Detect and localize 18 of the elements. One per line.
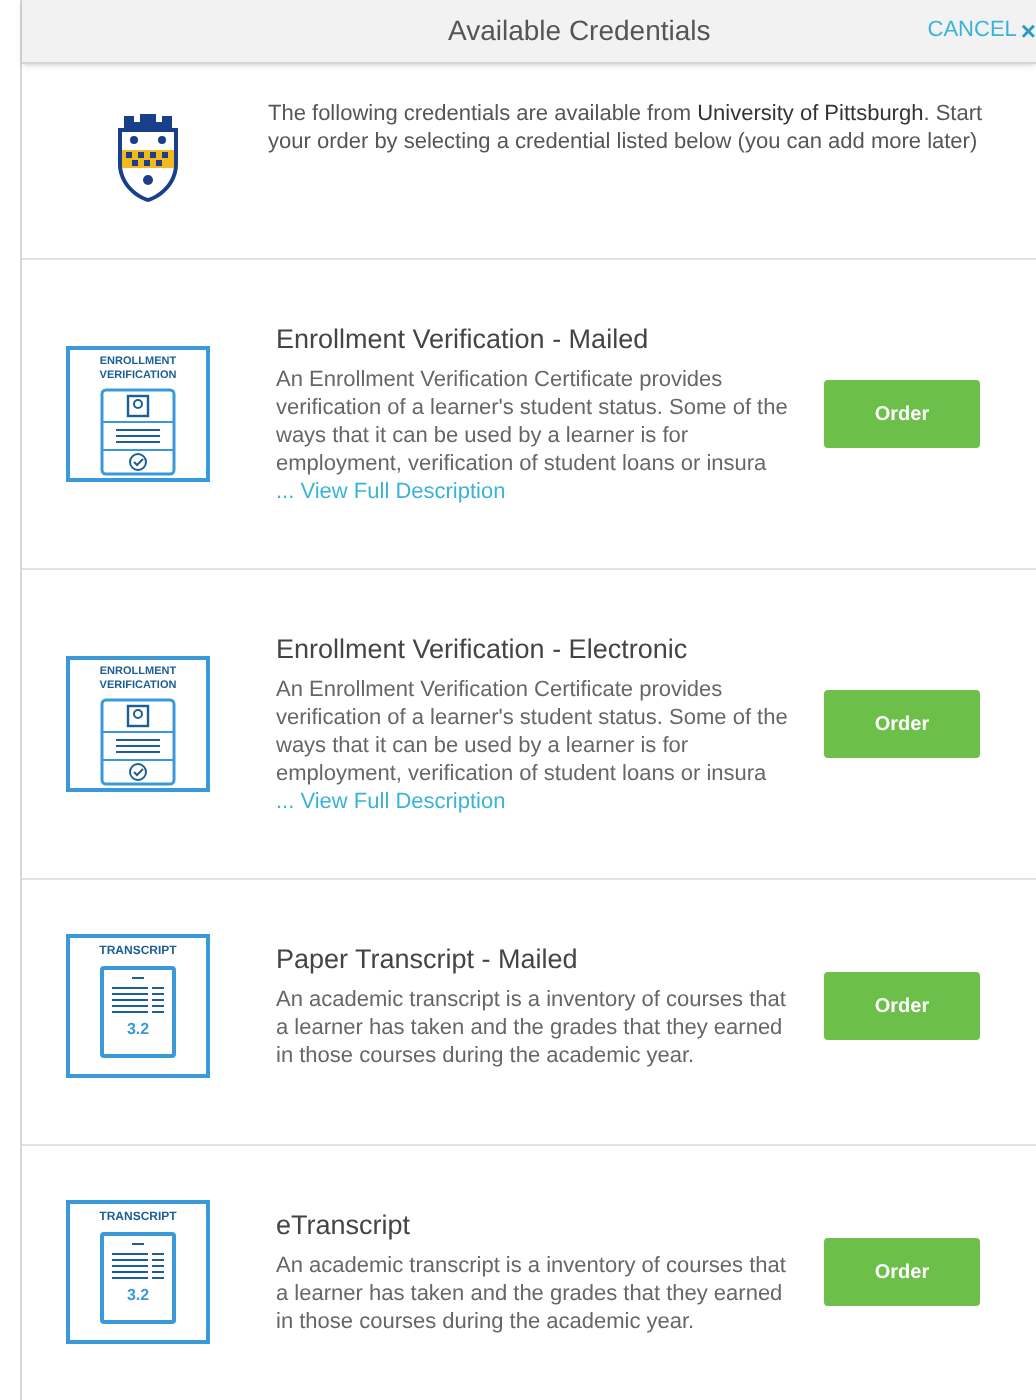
crest-icon — [114, 108, 182, 204]
credential-title: Enrollment Verification - Electronic — [276, 632, 690, 668]
view-full-description-link[interactable]: ... View Full Description — [276, 480, 506, 504]
credential-title: Paper Transcript - Mailed — [276, 942, 580, 978]
credential-title: Enrollment Verification - Mailed — [276, 322, 651, 358]
order-button[interactable]: Order — [824, 1238, 980, 1306]
cancel-button[interactable]: CANCEL× — [927, 11, 1036, 51]
credential-title: eTranscript — [276, 1208, 413, 1244]
order-button[interactable]: Order — [824, 690, 980, 758]
order-button[interactable]: Order — [824, 380, 980, 448]
credential-description: An academic transcript is a inventory of courses that a learner has taken and the grades that they earned in those courses during the academic year. — [276, 986, 788, 1070]
view-full-description-link[interactable]: ... View Full Description — [276, 790, 506, 814]
credential-description: An Enrollment Verification Certificate provides verification of a learner's student status. Some of the ways that it can be used by a learner is for employment, verification of student loans or insura ... View Full Description — [276, 366, 790, 506]
order-button[interactable]: Order — [824, 972, 980, 1040]
credential-description: An academic transcript is a inventory of courses that a learner has taken and the grades that they earned in those courses during the academic year. — [276, 1252, 788, 1336]
credential-description: An Enrollment Verification Certificate provides verification of a learner's student status. Some of the ways that it can be used by a learner is for employment, verification of student loans or insura ... View Full Description — [276, 676, 790, 816]
dialog-title: Available Credentials — [448, 12, 711, 50]
intro-text: The following credentials are available from University of Pittsburgh. Start your order by selecting a credential listed below (you can add more later) — [268, 100, 985, 156]
